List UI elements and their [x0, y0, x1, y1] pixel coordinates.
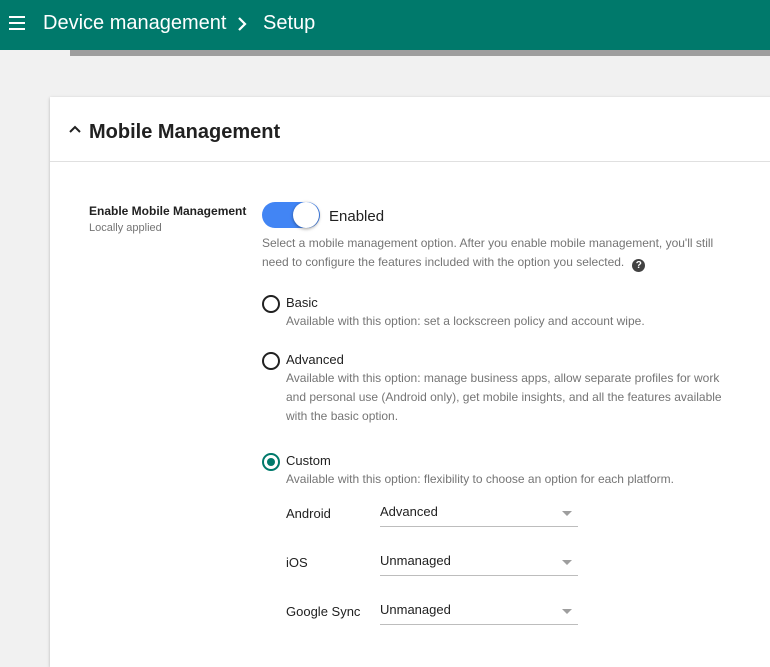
top-app-bar: Device management Setup — [0, 0, 770, 50]
android-select-value: Advanced — [380, 504, 438, 519]
toggle-state-label: Enabled — [329, 208, 385, 225]
google-sync-select[interactable]: Unmanaged — [380, 598, 578, 625]
dropdown-arrow-icon — [562, 511, 572, 516]
platform-label-google-sync: Google Sync — [286, 604, 361, 619]
option-desc-advanced: Available with this option: manage busin… — [286, 371, 722, 423]
description-text: Select a mobile management option. After… — [262, 236, 714, 269]
toggle-knob — [293, 202, 319, 228]
option-desc-basic: Available with this option: set a locksc… — [286, 314, 645, 328]
option-label-basic: Basic — [286, 295, 318, 310]
chevron-right-icon — [238, 17, 247, 31]
card-header[interactable]: Mobile Management — [50, 97, 770, 162]
hamburger-menu-icon[interactable] — [9, 16, 25, 30]
platform-label-android: Android — [286, 506, 331, 521]
option-label-advanced: Advanced — [286, 352, 344, 367]
chevron-up-icon[interactable] — [69, 125, 81, 133]
help-icon[interactable]: ? — [632, 259, 646, 272]
card-title: Mobile Management — [89, 121, 281, 143]
enable-toggle[interactable] — [262, 202, 320, 228]
android-select[interactable]: Advanced — [380, 500, 578, 527]
setting-description: Select a mobile management option. After… — [262, 234, 732, 272]
breadcrumb-setup: Setup — [263, 12, 316, 34]
dropdown-arrow-icon — [562, 560, 572, 565]
ios-select[interactable]: Unmanaged — [380, 549, 578, 576]
radio-advanced[interactable] — [262, 352, 280, 370]
mobile-management-card: Mobile Management Enable Mobile Manageme… — [50, 97, 770, 667]
radio-custom[interactable] — [262, 453, 280, 471]
setting-label: Enable Mobile Management — [89, 204, 247, 218]
option-desc-custom: Available with this option: flexibility … — [286, 472, 674, 486]
ios-select-value: Unmanaged — [380, 553, 451, 568]
progress-bar — [70, 50, 770, 56]
dropdown-arrow-icon — [562, 609, 572, 614]
google-sync-select-value: Unmanaged — [380, 602, 451, 617]
option-label-custom: Custom — [286, 453, 331, 468]
setting-sublabel: Locally applied — [89, 222, 162, 234]
radio-basic[interactable] — [262, 295, 280, 313]
platform-label-ios: iOS — [286, 555, 308, 570]
breadcrumb-device-management[interactable]: Device management — [43, 12, 226, 35]
